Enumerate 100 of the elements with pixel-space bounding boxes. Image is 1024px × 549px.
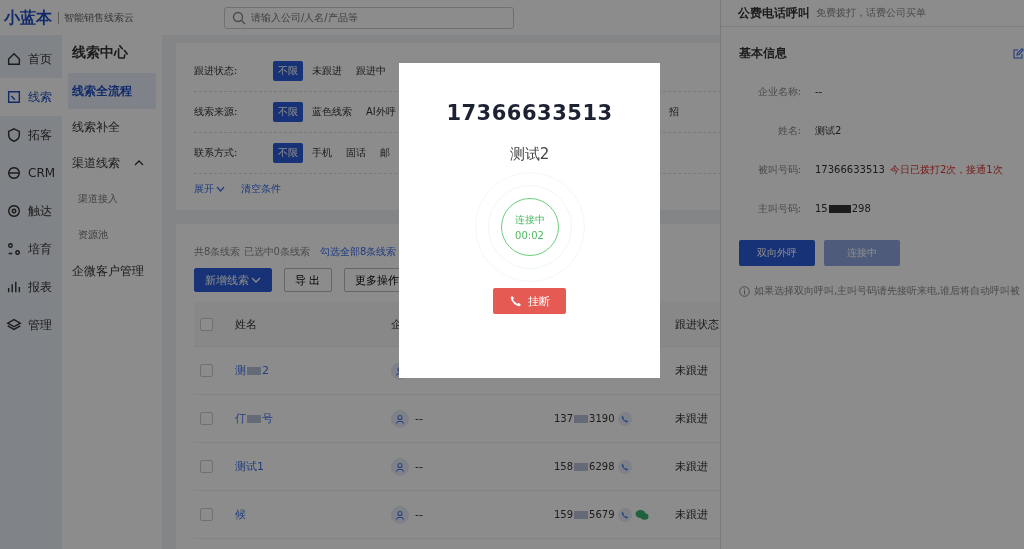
bar-chart-icon xyxy=(6,279,22,295)
phone-number: 137 xyxy=(554,413,574,424)
redaction-block xyxy=(574,414,589,423)
filter-label: 联系方式: xyxy=(194,146,239,160)
phone-number: 5679 xyxy=(589,509,615,520)
redaction-block xyxy=(247,366,261,375)
wechat-icon[interactable] xyxy=(634,508,649,521)
lead-name-link[interactable]: 候 xyxy=(235,507,246,522)
lead-name-link[interactable]: 测试1 xyxy=(235,459,264,474)
field-value: 15 xyxy=(815,203,828,214)
status-text: 未跟进 xyxy=(675,363,709,378)
filter-option[interactable]: 不限 xyxy=(273,102,303,122)
field-value: 298 xyxy=(851,203,871,214)
filter-option[interactable]: 不限 xyxy=(273,143,303,163)
field-value: 17366633513 xyxy=(815,164,885,175)
phone-number: 158 xyxy=(554,461,574,472)
avatar-icon xyxy=(391,505,409,524)
field-label: 企业名称: xyxy=(756,84,802,99)
phone-number: 6298 xyxy=(589,461,615,472)
subnav-item[interactable]: 渠道接入 xyxy=(68,181,156,217)
column-header: 姓名 xyxy=(235,316,258,332)
checkbox[interactable] xyxy=(200,508,213,521)
subnav-item[interactable]: 线索补全 xyxy=(68,109,156,145)
lead-name-link[interactable]: 测 xyxy=(235,363,246,378)
field-value: 测试2 xyxy=(815,123,842,138)
filter-option[interactable]: 蓝色线索 xyxy=(307,102,357,122)
search-field[interactable]: 请输入公司/人名/产品等 xyxy=(224,6,514,29)
phone-icon[interactable] xyxy=(617,411,632,426)
filter-option[interactable]: 手机 xyxy=(307,143,337,163)
phone-icon[interactable] xyxy=(617,459,632,474)
layers-icon xyxy=(6,317,22,333)
filter-option[interactable]: 固话 xyxy=(341,143,371,163)
filter-option[interactable]: AI外呼 xyxy=(361,102,401,122)
lead-name-link[interactable]: 2 xyxy=(262,364,269,377)
section-title: 基本信息 xyxy=(739,45,787,62)
expand-link[interactable]: 展开 xyxy=(194,182,225,196)
avatar-icon xyxy=(391,457,409,476)
toolbar-button[interactable]: 导 出 xyxy=(284,268,332,292)
logo[interactable]: 小蓝本 xyxy=(4,11,59,24)
target-icon xyxy=(6,203,22,219)
checkbox[interactable] xyxy=(200,317,213,331)
nav-item[interactable]: 培育 xyxy=(0,230,62,268)
redaction-block xyxy=(574,510,589,519)
nav-item[interactable]: 拓客 xyxy=(0,116,62,154)
status-text: 未跟进 xyxy=(675,459,709,474)
nav-item[interactable]: CRM xyxy=(0,154,62,192)
avatar-icon xyxy=(391,409,409,428)
nav-item[interactable]: 首页 xyxy=(0,40,62,78)
call-button[interactable]: 双向外呼 xyxy=(739,240,815,266)
filter-option[interactable]: 不限 xyxy=(273,61,303,81)
lead-name-link[interactable]: 号 xyxy=(262,411,273,426)
nav-item[interactable]: 管理 xyxy=(0,306,62,344)
select-all-link[interactable]: 勾选全部8条线索 xyxy=(319,245,397,259)
phone-number: 3190 xyxy=(589,413,615,424)
filter-option[interactable]: 邮 xyxy=(375,143,395,163)
checkbox[interactable] xyxy=(200,412,213,425)
subnav-item[interactable]: 企微客户管理 xyxy=(68,253,156,289)
home-icon xyxy=(6,51,22,67)
section-title: 线索中心 xyxy=(71,43,129,62)
subnav-item[interactable]: 渠道线索 xyxy=(68,145,156,181)
toolbar-button[interactable]: 新增线索 xyxy=(194,268,272,292)
caret-icon xyxy=(251,277,261,283)
checkbox[interactable] xyxy=(200,364,213,377)
phone-number: 17366633513 xyxy=(446,101,613,125)
phone-number: 159 xyxy=(554,509,574,520)
edit-icon[interactable] xyxy=(1013,48,1024,59)
checkbox[interactable] xyxy=(200,460,213,473)
filter-label: 跟进状态: xyxy=(194,64,239,78)
nav-item[interactable]: 触达 xyxy=(0,192,62,230)
status-text: 未跟进 xyxy=(675,507,709,522)
subnav-item[interactable]: 线索全流程 xyxy=(68,73,156,109)
redaction-block xyxy=(828,204,851,213)
tagline: 智能销售线索云 xyxy=(64,10,135,25)
filter-option[interactable]: 跟进中 xyxy=(351,61,391,81)
chevron-icon xyxy=(216,186,225,192)
search-icon xyxy=(232,10,246,25)
phone-icon[interactable] xyxy=(617,507,632,522)
clear-link[interactable]: 清空条件 xyxy=(241,182,281,196)
company-name: -- xyxy=(415,508,423,521)
subnav-item[interactable]: 资源池 xyxy=(68,217,156,253)
phone-icon xyxy=(509,295,522,307)
filter-option[interactable]: 招 xyxy=(664,102,684,122)
status-text: 未跟进 xyxy=(675,411,709,426)
hangup-button[interactable]: 挂断 xyxy=(493,288,566,314)
company-name: -- xyxy=(415,460,423,473)
company-name: -- xyxy=(415,412,423,425)
shield-icon xyxy=(6,127,22,143)
call-count-note: 今日已拨打2次，接通1次 xyxy=(890,162,1003,177)
redaction-block xyxy=(247,414,261,423)
info-icon xyxy=(739,285,750,297)
nav-item[interactable]: 报表 xyxy=(0,268,62,306)
field-value: -- xyxy=(815,86,823,97)
globe-icon xyxy=(6,165,22,181)
filter-option[interactable]: 未跟进 xyxy=(307,61,347,81)
filter-label: 线索来源: xyxy=(194,105,239,119)
redaction-block xyxy=(574,462,589,471)
nav-item[interactable]: 线索 xyxy=(0,78,62,116)
drawer-title: 公费电话呼叫 xyxy=(738,4,810,22)
column-header: 跟进状态 xyxy=(675,316,720,332)
lead-name-link[interactable]: 仃 xyxy=(235,411,246,426)
